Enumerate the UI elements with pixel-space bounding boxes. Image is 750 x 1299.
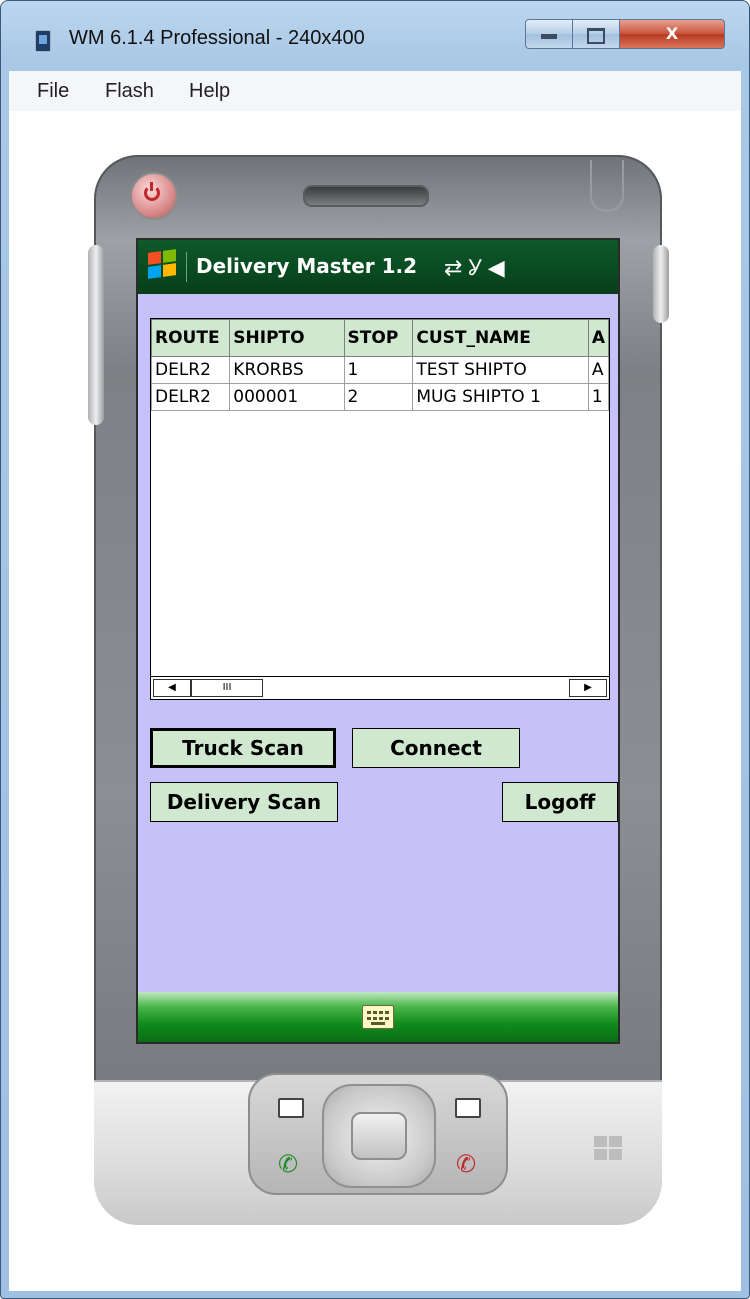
wm-taskbar: Delivery Master 1.2 ⇄Ỿ◀︎ [138,240,618,294]
menu-file[interactable]: File [37,80,69,103]
horizontal-scrollbar[interactable]: ◀ III ▶ [151,676,609,699]
earpiece-speaker [303,185,429,207]
table-row[interactable]: DELR2 KRORBS 1 TEST SHIPTO A [151,356,609,384]
minimize-icon [541,34,557,39]
close-icon: X [665,24,679,43]
power-icon [144,182,160,201]
wm-menu-bar [138,992,618,1042]
dpad-center-button[interactable] [351,1112,407,1160]
menu-bar: File Flash Help [9,71,741,112]
column-header-cust-name[interactable]: CUST_NAME [412,319,589,357]
delivery-data-grid[interactable]: ROUTE SHIPTO STOP CUST_NAME A DELR2 KROR… [150,318,610,700]
table-row[interactable]: DELR2 000001 2 MUG SHIPTO 1 1 [151,383,609,411]
keyboard-icon[interactable] [362,1005,394,1029]
right-softkey-icon[interactable] [455,1098,481,1118]
scroll-thumb[interactable]: III [191,679,263,697]
phone-screen: Delivery Master 1.2 ⇄Ỿ◀︎ ROUTE SHIPTO ST… [136,238,620,1044]
column-header-stop[interactable]: STOP [343,319,414,357]
column-header-shipto[interactable]: SHIPTO [229,319,345,357]
cell-stop: 2 [343,383,414,411]
scroll-right-arrow-icon[interactable]: ▶ [569,679,607,697]
no-signal-icon[interactable]: Ỿ [468,256,487,281]
delivery-scan-button[interactable]: Delivery Scan [150,782,338,822]
speaker-muted-icon[interactable]: ◀︎ [488,256,511,281]
minimize-button[interactable] [525,19,573,49]
scroll-left-arrow-icon[interactable]: ◀ [153,679,191,697]
right-side-button[interactable] [653,245,669,323]
windows-logo-icon [594,1136,624,1162]
close-button[interactable]: X [619,19,725,49]
window-title-bar[interactable]: WM 6.1.4 Professional - 240x400 X [1,1,749,71]
grid-table: ROUTE SHIPTO STOP CUST_NAME A DELR2 KROR… [151,319,609,411]
column-header-truncated[interactable]: A [587,319,609,357]
cell-cust-name: TEST SHIPTO [412,356,589,384]
maximize-button[interactable] [572,19,620,49]
grid-header-row: ROUTE SHIPTO STOP CUST_NAME A [151,319,609,357]
cell-shipto: 000001 [229,383,345,411]
cell-stop: 1 [343,356,414,384]
logoff-button[interactable]: Logoff [502,782,618,822]
column-header-route[interactable]: ROUTE [151,319,231,357]
truck-scan-button[interactable]: Truck Scan [150,728,336,768]
sync-arrows-icon[interactable]: ⇄ [444,256,468,281]
window-title: WM 6.1.4 Professional - 240x400 [69,27,365,49]
cell-route: DELR2 [151,356,231,384]
menu-help[interactable]: Help [189,80,230,103]
device-emulator-icon [31,27,53,53]
app-title: Delivery Master 1.2 [196,254,418,278]
left-softkey-icon[interactable] [278,1098,304,1118]
cell-truncated: A [587,356,609,384]
maximize-icon [587,28,605,44]
status-icons[interactable]: ⇄Ỿ◀︎ [444,252,511,282]
taskbar-separator [186,252,187,282]
left-side-button[interactable] [88,245,104,425]
power-button[interactable] [130,172,178,220]
connect-button[interactable]: Connect [352,728,520,768]
cell-truncated: 1 [587,383,609,411]
start-windows-flag-icon[interactable] [148,249,178,280]
menu-flash[interactable]: Flash [105,80,154,103]
call-answer-icon[interactable]: ✆ [278,1150,298,1178]
cell-cust-name: MUG SHIPTO 1 [412,383,589,411]
cell-shipto: KRORBS [229,356,345,384]
cell-route: DELR2 [151,383,231,411]
stylus-slot [590,160,624,212]
call-end-icon[interactable]: ✆ [456,1150,476,1178]
